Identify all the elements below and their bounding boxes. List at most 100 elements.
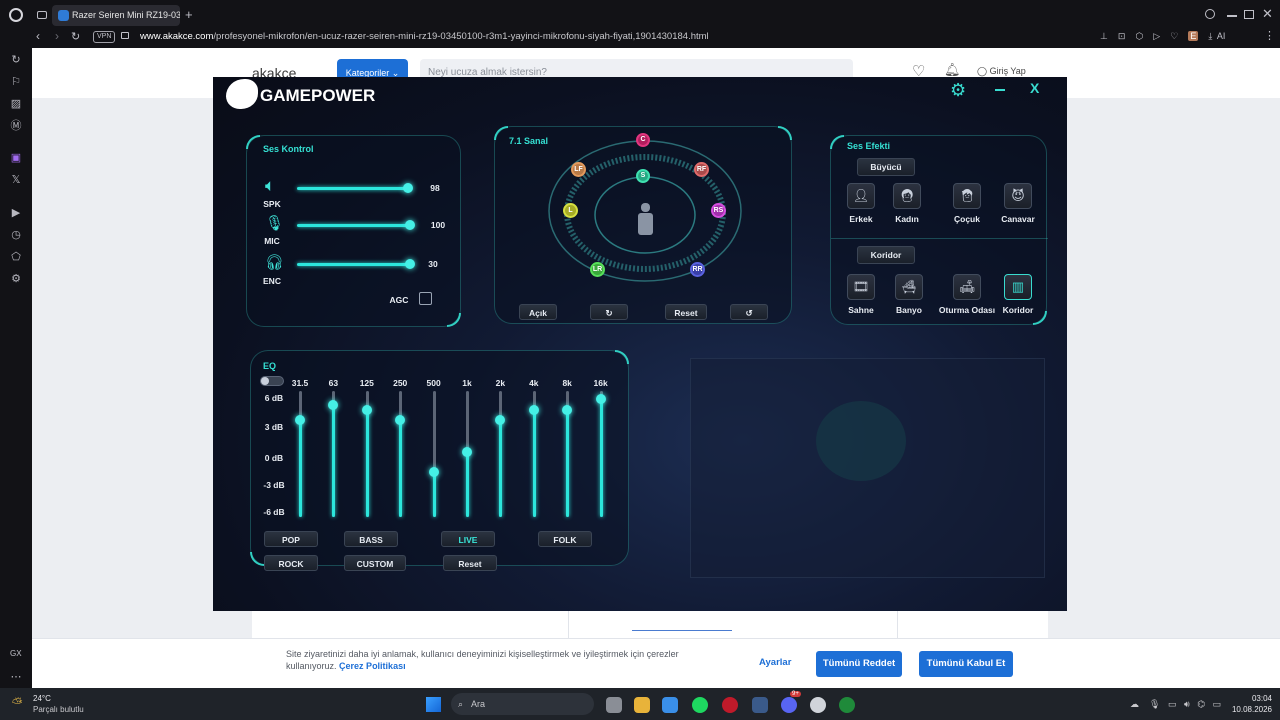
mic-thumb[interactable] <box>405 220 415 230</box>
search-tabs-icon[interactable] <box>1205 9 1215 19</box>
speaker-rf[interactable]: RF <box>694 162 709 177</box>
gx-label[interactable]: GX <box>10 649 22 658</box>
spk-thumb[interactable] <box>403 183 413 193</box>
eq-slider-thumb[interactable] <box>328 399 339 410</box>
news-icon[interactable]: ▨ <box>9 97 23 111</box>
eq-slider[interactable] <box>295 391 305 517</box>
m-icon[interactable]: Ⓜ <box>9 119 23 133</box>
mic-tray-icon[interactable]: 🎙︎ <box>1149 699 1160 709</box>
heart-icon[interactable]: ♡ <box>1170 31 1178 41</box>
eq-slider[interactable] <box>562 391 573 517</box>
login-link[interactable]: ◯ Giriş Yap <box>977 66 1026 77</box>
pin-icon[interactable]: ⊥ <box>1100 31 1108 41</box>
new-tab-button[interactable]: + <box>185 7 193 22</box>
accept-all-button[interactable]: Tümünü Kabul Et <box>919 651 1013 677</box>
app-settings-icon[interactable]: ⚙ <box>950 80 966 101</box>
minimize-icon[interactable] <box>1227 15 1237 17</box>
extension-badge[interactable]: E <box>1188 31 1199 41</box>
corridor-tab[interactable]: Koridor <box>857 246 915 264</box>
eq-slider-thumb[interactable] <box>295 415 305 426</box>
eq-slider[interactable] <box>462 391 472 517</box>
spotify-icon[interactable] <box>692 697 708 713</box>
snapshot-icon[interactable]: ⊡ <box>1118 31 1126 41</box>
x-icon[interactable]: 𝕏 <box>9 173 23 187</box>
chrome-icon[interactable] <box>810 697 826 713</box>
sofa-icon[interactable]: 🛋︎ <box>953 274 981 300</box>
male-icon[interactable]: 👤︎ <box>847 183 875 209</box>
history-icon[interactable]: ◷ <box>9 228 23 242</box>
corridor-icon[interactable]: ▥ <box>1004 274 1032 300</box>
eq-slider[interactable] <box>328 391 339 517</box>
speaker-lf[interactable]: LF <box>571 162 586 177</box>
lock-icon[interactable] <box>121 32 129 39</box>
eq-slider[interactable] <box>395 391 406 517</box>
windows-start-icon[interactable] <box>426 697 441 712</box>
eq-slider-thumb[interactable] <box>395 415 406 426</box>
spk-slider[interactable] <box>297 183 413 193</box>
mic-slider[interactable] <box>297 220 415 230</box>
browser-logo-icon[interactable] <box>9 8 23 22</box>
speaker-lr[interactable]: LR <box>590 262 605 277</box>
close-window-icon[interactable]: ✕ <box>1262 6 1273 22</box>
eq-slider-thumb[interactable] <box>361 404 372 415</box>
reject-all-button[interactable]: Tümünü Reddet <box>816 651 902 677</box>
taskbar-clock[interactable]: 03:04 10.08.2026 <box>1226 693 1272 715</box>
eq-reset-button[interactable]: Reset <box>443 555 497 571</box>
eq-slider[interactable] <box>495 391 506 517</box>
rotate-clockwise-icon[interactable]: ↻ <box>590 304 628 320</box>
file-explorer-icon[interactable] <box>634 697 650 713</box>
bath-icon[interactable]: 🛁︎ <box>895 274 923 300</box>
speaker-s[interactable]: S <box>636 169 650 183</box>
child-icon[interactable]: 🧒︎ <box>953 183 981 209</box>
steam-icon[interactable] <box>752 697 768 713</box>
speed-dial-icon[interactable]: ↻ <box>9 53 23 67</box>
player-icon[interactable]: ▶ <box>9 206 23 220</box>
display-icon[interactable]: ▭ <box>1168 699 1177 709</box>
female-icon[interactable]: 👩︎ <box>893 183 921 209</box>
preset-folk[interactable]: FOLK <box>538 531 592 547</box>
eq-slider[interactable] <box>428 391 439 517</box>
preset-custom[interactable]: CUSTOM <box>344 555 406 571</box>
enc-thumb[interactable] <box>405 259 415 269</box>
monster-icon[interactable]: 😈︎ <box>1004 183 1032 209</box>
eq-slider-thumb[interactable] <box>462 446 472 457</box>
speaker-c[interactable]: C <box>636 133 650 147</box>
agc-checkbox[interactable] <box>419 292 432 305</box>
eq-slider-thumb[interactable] <box>562 404 573 415</box>
weather-icon[interactable]: ⛅︎ <box>12 695 22 711</box>
network-icon[interactable]: ⌬ <box>1197 699 1205 709</box>
extensions-icon[interactable]: ⬠ <box>9 250 23 264</box>
speaker-rs[interactable]: RS <box>711 203 726 218</box>
notification-icon[interactable]: 🔔︎ <box>944 62 961 78</box>
tab-workspaces-icon[interactable] <box>37 11 47 19</box>
play-icon[interactable]: ▷ <box>1153 31 1160 41</box>
magic-tab[interactable]: Büyücü <box>857 158 915 176</box>
speaker-l[interactable]: L <box>563 203 578 218</box>
app-close-icon[interactable]: X <box>1030 80 1039 96</box>
eq-slider[interactable] <box>361 391 372 517</box>
cookie-settings-link[interactable]: Ayarlar <box>759 657 791 668</box>
download-icon[interactable]: ⤓ <box>1208 31 1212 41</box>
browser-tab[interactable]: Razer Seiren Mini RZ19-03 <box>52 5 180 26</box>
eq-slider-thumb[interactable] <box>428 467 439 478</box>
maximize-icon[interactable] <box>1244 10 1254 19</box>
preset-rock[interactable]: ROCK <box>264 555 318 571</box>
url-field[interactable]: www.akakce.com/profesyonel-mikrofon/en-u… <box>140 31 709 42</box>
app-minimize-icon[interactable] <box>995 89 1005 91</box>
opera-icon[interactable] <box>722 697 738 713</box>
volume-icon[interactable]: 🔊︎ <box>1184 699 1190 709</box>
forward-icon[interactable]: › <box>55 29 59 43</box>
reload-icon[interactable]: ↻ <box>71 30 80 43</box>
gamepower-taskbar-icon[interactable] <box>839 697 855 713</box>
stage-icon[interactable]: 🎞︎ <box>847 274 875 300</box>
eq-slider[interactable] <box>528 391 539 517</box>
cookie-policy-link[interactable]: Çerez Politikası <box>339 661 406 671</box>
eq-slider-thumb[interactable] <box>495 415 506 426</box>
eq-slider[interactable] <box>595 391 606 517</box>
preset-bass[interactable]: BASS <box>344 531 398 547</box>
settings-icon[interactable]: ⚙ <box>9 272 23 286</box>
menu-dots-icon[interactable]: ⋮ <box>1264 29 1275 42</box>
open-button[interactable]: Açık <box>519 304 557 320</box>
vpn-badge[interactable]: VPN <box>93 31 116 43</box>
store-icon[interactable] <box>662 697 678 713</box>
